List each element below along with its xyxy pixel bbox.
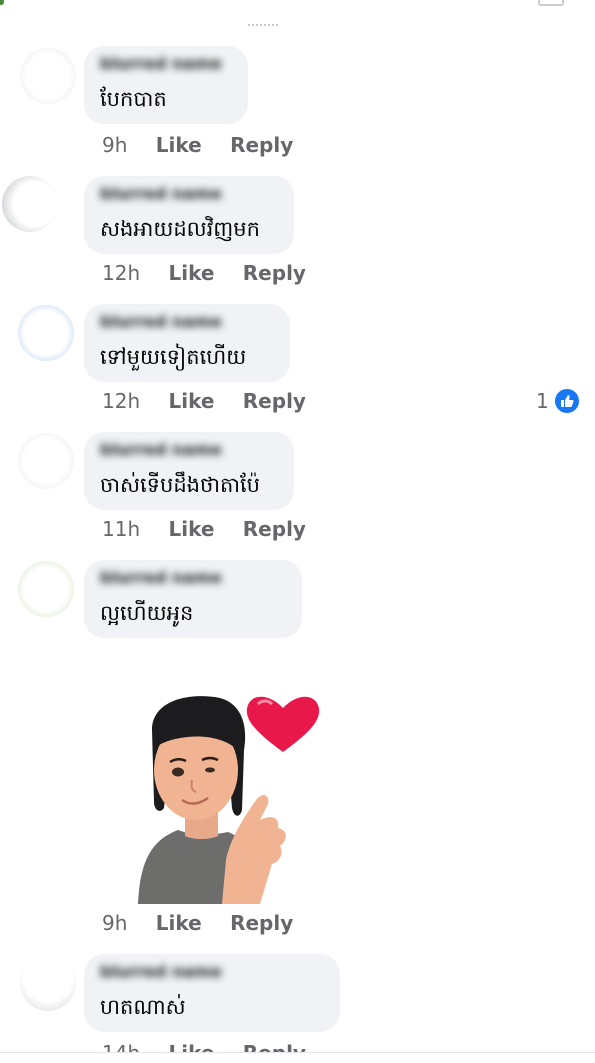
avatar[interactable] bbox=[20, 955, 76, 1011]
comment-author[interactable]: blurred name bbox=[100, 184, 280, 206]
avatar-edge bbox=[0, 0, 4, 5]
like-button[interactable]: Like bbox=[156, 911, 202, 935]
avatar-heart-sticker[interactable] bbox=[130, 690, 330, 905]
reply-button[interactable]: Reply bbox=[243, 261, 306, 285]
comment-text: ហតណាស់ bbox=[100, 995, 186, 1019]
comment-bubble[interactable]: blurred name ទៅមួយទៀតហើយ bbox=[84, 304, 290, 382]
comment-time[interactable]: 9h bbox=[102, 911, 127, 935]
comment-text: បែកបាត bbox=[100, 87, 167, 111]
reply-button[interactable]: Reply bbox=[243, 389, 306, 413]
comment-bubble[interactable]: blurred name បែកបាត bbox=[84, 46, 248, 124]
reply-button[interactable]: Reply bbox=[243, 517, 306, 541]
comment-text: ទៅមួយទៀតហើយ bbox=[100, 345, 247, 369]
reply-button[interactable]: Reply bbox=[230, 911, 293, 935]
like-button[interactable]: Like bbox=[168, 517, 214, 541]
comment-author[interactable]: blurred name bbox=[100, 54, 234, 76]
comment-actions: 9h Like Reply bbox=[102, 911, 315, 937]
comment-time[interactable]: 12h bbox=[102, 261, 140, 285]
like-thumb-icon[interactable] bbox=[555, 389, 579, 413]
comment-time[interactable]: 11h bbox=[102, 517, 140, 541]
like-button[interactable]: Like bbox=[156, 133, 202, 157]
comment-bubble[interactable]: blurred name សងអាយដលវិញមក bbox=[84, 176, 294, 254]
cropped-action-text bbox=[248, 14, 278, 26]
comment-actions: 9h Like Reply bbox=[102, 133, 315, 159]
avatar[interactable] bbox=[20, 48, 76, 104]
comment-bubble[interactable]: blurred name ហតណាស់ bbox=[84, 954, 340, 1032]
reply-button[interactable]: Reply bbox=[230, 133, 293, 157]
comment-text: ល្អហើយអូន bbox=[100, 601, 194, 625]
avatar[interactable] bbox=[18, 305, 74, 361]
comment-time[interactable]: 12h bbox=[102, 389, 140, 413]
comment-author[interactable]: blurred name bbox=[100, 440, 280, 462]
divider bbox=[0, 1052, 595, 1053]
avatar[interactable] bbox=[2, 176, 58, 232]
menu-icon[interactable] bbox=[538, 0, 564, 6]
comment-bubble[interactable]: blurred name ចាស់ទើបដឹងថាតាប៉ែ bbox=[84, 432, 294, 510]
previous-comment-fragment bbox=[0, 0, 595, 30]
like-button[interactable]: Like bbox=[168, 389, 214, 413]
comment-actions: 12h Like Reply bbox=[102, 389, 328, 415]
comment-actions: 11h Like Reply bbox=[102, 517, 328, 543]
reaction-count[interactable]: 1 bbox=[536, 389, 549, 413]
comment-author[interactable]: blurred name bbox=[100, 568, 288, 590]
avatar[interactable] bbox=[18, 561, 74, 617]
comment-bubble[interactable]: blurred name ល្អហើយអូន bbox=[84, 560, 302, 638]
comment-author[interactable]: blurred name bbox=[100, 312, 276, 334]
comment-actions: 12h Like Reply bbox=[102, 261, 328, 287]
comment-author[interactable]: blurred name bbox=[100, 962, 326, 984]
comment-text: សងអាយដលវិញមក bbox=[100, 217, 260, 241]
avatar[interactable] bbox=[18, 433, 74, 489]
comment-time[interactable]: 9h bbox=[102, 133, 127, 157]
comment-text: ចាស់ទើបដឹងថាតាប៉ែ bbox=[100, 473, 260, 497]
like-button[interactable]: Like bbox=[168, 261, 214, 285]
